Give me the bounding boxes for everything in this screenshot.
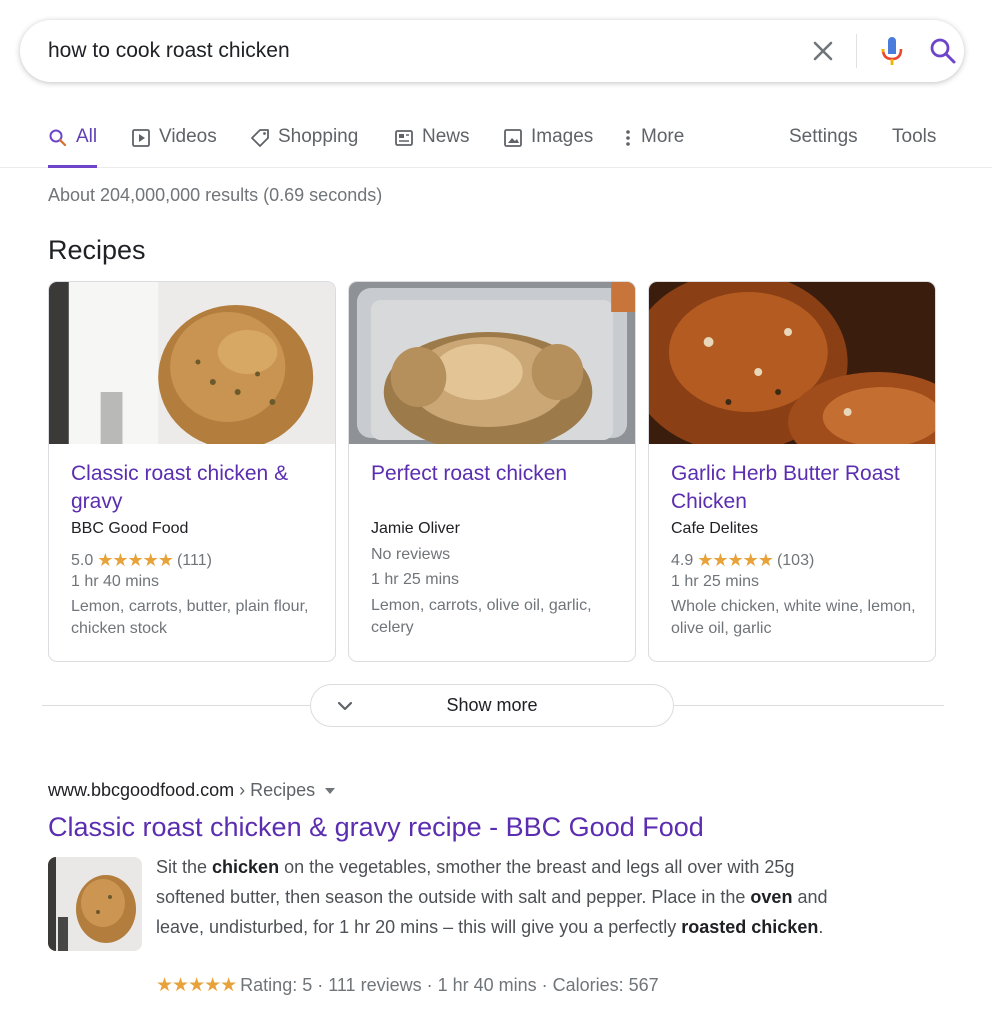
recipe-source: BBC Good Food [71,520,189,537]
recipe-rating: 4.9 ★★★★★ (103) [671,550,814,571]
recipe-ingredients: Whole chicken, white wine, lemon, olive … [671,598,916,637]
divider [42,705,310,706]
recipe-image [49,282,335,444]
recipe-title[interactable]: Perfect roast chicken [371,460,615,488]
snippet-text: . [818,917,824,937]
search-bar [20,20,964,82]
result-title-link[interactable]: Classic roast chicken & gravy recipe - B… [48,812,704,843]
recipe-time: 1 hr 25 mins [371,571,460,588]
result-meta: ★★★★★ Rating: 5 · 111 reviews · 1 hr 40 … [156,974,659,997]
tab-more[interactable]: More [623,126,684,166]
recipe-source: Cafe Delites [671,520,759,537]
result-snippet: Sit the chicken on the vegetables, smoth… [156,852,856,942]
recipe-image [349,282,635,444]
star-rating-icon: ★★★★★ [97,550,174,570]
tab-label: Settings [789,126,858,147]
recipes-heading: Recipes [48,235,146,265]
play-icon [132,129,150,147]
recipe-ingredients: Lemon, carrots, butter, plain flour, chi… [71,598,309,637]
rating-value: 4.9 [671,551,694,569]
search-icon [49,129,67,147]
recipe-rating: 5.0 ★★★★★ (111) [71,550,212,571]
tab-label: Videos [159,126,217,147]
recipe-title[interactable]: Classic roast chicken & gravy [71,460,315,516]
recipe-title[interactable]: Garlic Herb Butter Roast Chicken [671,460,915,516]
more-vertical-icon [626,130,630,146]
result-thumbnail[interactable] [48,857,142,951]
tag-icon [251,129,269,147]
close-icon[interactable] [808,36,838,66]
result-domain: www.bbcgoodfood.com [48,780,235,800]
review-count: (111) [176,551,212,569]
recipe-card[interactable]: Perfect roast chicken Jamie Oliver No re… [348,281,636,662]
review-count: (103) [776,551,815,569]
recipe-time: 1 hr 40 mins [71,573,160,590]
tab-videos[interactable]: Videos [131,126,217,166]
result-breadcrumb: › Recipes [234,780,316,800]
tab-news[interactable]: News [394,126,470,166]
image-icon [504,129,522,147]
newspaper-icon [395,130,413,146]
rating-value: 5.0 [71,551,94,569]
tab-all[interactable]: All [48,126,98,168]
recipe-source: Jamie Oliver [371,520,460,537]
recipe-image [649,282,935,444]
tab-label: All [76,126,98,147]
tab-settings[interactable]: Settings [789,126,858,166]
recipe-ingredients: Lemon, carrots, olive oil, garlic, celer… [371,597,592,636]
search-icon[interactable] [928,36,958,66]
result-stats: About 204,000,000 results (0.69 seconds) [48,185,383,205]
snippet-highlight: oven [750,887,793,907]
tab-label: Tools [892,126,937,147]
snippet-highlight: roasted chicken [681,917,819,937]
result-meta-text: Rating: 5 · 111 reviews · 1 hr 40 mins ·… [240,975,659,995]
search-tabs: All Videos Shopping News Images More Set… [0,118,992,168]
tab-images[interactable]: Images [503,126,593,166]
snippet-text: Sit the [156,857,213,877]
recipe-card[interactable]: Classic roast chicken & gravy BBC Good F… [48,281,336,662]
star-rating-icon: ★★★★★ [697,550,774,570]
tab-shopping[interactable]: Shopping [250,126,358,166]
microphone-icon[interactable] [877,35,907,67]
recipe-time: 1 hr 25 mins [671,573,760,590]
search-input[interactable] [48,35,748,67]
tab-label: News [422,126,470,147]
divider [674,705,944,706]
recipe-no-reviews: No reviews [371,546,451,563]
tab-label: Shopping [278,126,359,147]
tab-label: Images [531,126,594,147]
show-more-label: Show more [446,695,538,715]
dropdown-caret-icon[interactable] [325,788,336,795]
snippet-highlight: chicken [212,857,280,877]
show-more-button[interactable]: Show more [310,684,674,727]
tab-label: More [641,126,685,147]
search-bar-divider [856,34,857,68]
tab-tools[interactable]: Tools [892,126,936,166]
recipe-card[interactable]: Garlic Herb Butter Roast Chicken Cafe De… [648,281,936,662]
star-rating-icon: ★★★★★ [156,975,237,996]
result-url: www.bbcgoodfood.com › Recipes [48,780,336,801]
result-thumbnail-image [48,857,142,951]
